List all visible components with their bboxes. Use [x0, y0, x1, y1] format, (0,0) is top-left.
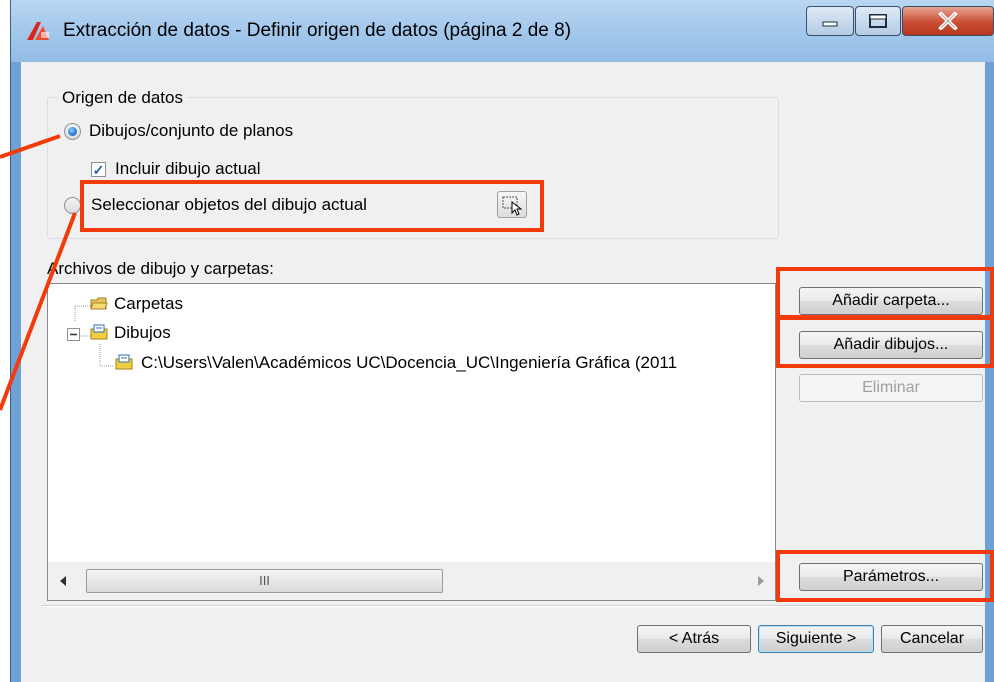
minimize-icon: [822, 21, 838, 27]
tree-item-label: C:\Users\Valen\Académicos UC\Docencia_UC…: [141, 353, 678, 372]
checkmark-icon: ✓: [92, 161, 105, 178]
scrollbar-grip: III: [259, 573, 270, 588]
include-current-checkbox[interactable]: ✓: [91, 162, 106, 177]
scroll-right-icon[interactable]: [756, 575, 766, 587]
cancel-button[interactable]: Cancelar: [881, 625, 983, 653]
pick-cursor-icon: [502, 196, 523, 216]
radio-selected-dot: [68, 127, 77, 136]
add-drawings-button[interactable]: Añadir dibujos...: [799, 331, 983, 359]
data-source-group-label: Origen de datos: [59, 88, 186, 108]
drawings-radio-label[interactable]: Dibujos/conjunto de planos: [89, 121, 293, 141]
maximize-icon: [869, 14, 887, 28]
next-button[interactable]: Siguiente >: [758, 625, 874, 653]
tree-item-label: Dibujos: [114, 323, 171, 342]
select-objects-radio[interactable]: [64, 197, 81, 214]
minus-icon: [70, 333, 77, 336]
drawings-icon: [90, 324, 108, 340]
select-objects-label[interactable]: Seleccionar objetos del dibujo actual: [91, 195, 367, 215]
window-title: Extracción de datos - Definir origen de …: [63, 20, 572, 41]
folder-icon: [90, 297, 108, 310]
back-button[interactable]: < Atrás: [637, 625, 751, 653]
close-icon: [938, 12, 958, 30]
drawings-radio[interactable]: [64, 123, 81, 140]
maximize-button[interactable]: [855, 6, 901, 36]
include-current-label[interactable]: Incluir dibujo actual: [115, 159, 261, 179]
scroll-left-icon[interactable]: [58, 575, 68, 587]
add-folder-button[interactable]: Añadir carpeta...: [799, 287, 983, 315]
minimize-button[interactable]: [806, 6, 854, 36]
collapse-toggle[interactable]: [67, 328, 80, 341]
footer-separator: [41, 605, 985, 607]
tree-item-label: Carpetas: [114, 294, 183, 313]
files-tree[interactable]: Carpetas Dibujos C:\Users\Valen\Académic…: [47, 283, 776, 601]
files-label: Archivos de dibujo y carpetas:: [47, 259, 274, 278]
scrollbar-thumb[interactable]: III: [86, 569, 443, 593]
title-bar[interactable]: Extracción de datos - Definir origen de …: [11, 0, 994, 62]
remove-button[interactable]: Eliminar: [799, 374, 983, 402]
dialog-window: Extracción de datos - Definir origen de …: [10, 0, 994, 682]
horizontal-scrollbar[interactable]: III: [47, 562, 776, 601]
drawing-file-icon: [115, 354, 133, 370]
autocad-app-icon: [27, 22, 49, 40]
select-objects-button[interactable]: [497, 191, 527, 218]
dialog-client-area: Origen de datos Dibujos/conjunto de plan…: [21, 62, 985, 682]
parameters-button[interactable]: Parámetros...: [799, 563, 983, 591]
close-button[interactable]: [902, 6, 994, 36]
